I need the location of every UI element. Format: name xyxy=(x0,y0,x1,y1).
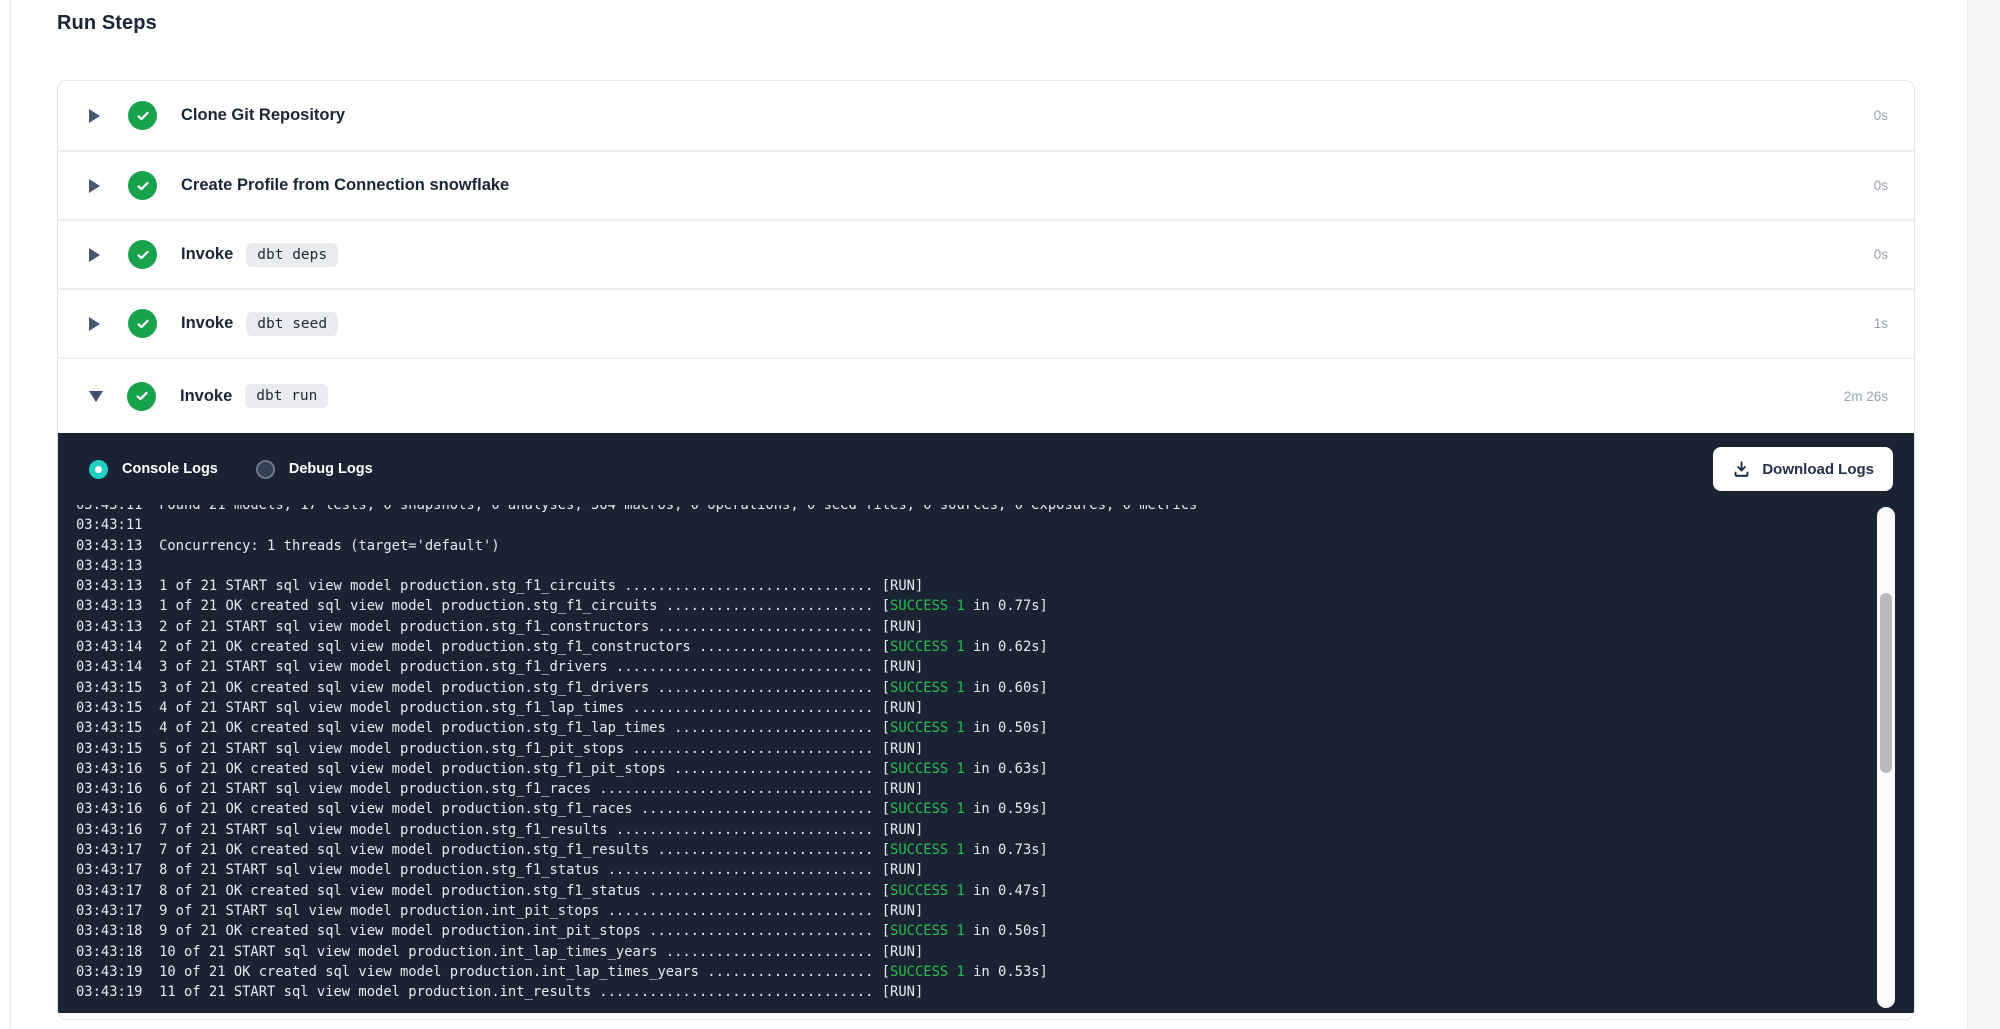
log-line: 03:43:11 Found 21 models, 17 tests, 0 sn… xyxy=(76,505,1914,515)
log-success-status: SUCCESS 1 xyxy=(890,842,965,858)
download-icon xyxy=(1732,460,1751,479)
log-line: 03:43:16 6 of 21 OK created sql view mod… xyxy=(76,799,1914,819)
step-duration: 0s xyxy=(1874,178,1888,193)
step-title: Clone Git Repository xyxy=(181,106,345,125)
log-line: 03:43:16 5 of 21 OK created sql view mod… xyxy=(76,759,1914,779)
step-success-icon xyxy=(128,309,157,338)
log-scrollbar-track[interactable] xyxy=(1877,507,1895,1008)
log-line: 03:43:17 8 of 21 OK created sql view mod… xyxy=(76,881,1914,901)
tab-console-logs[interactable]: Console Logs xyxy=(89,460,218,479)
log-line: 03:43:14 2 of 21 OK created sql view mod… xyxy=(76,637,1914,657)
step-duration: 1s xyxy=(1874,316,1888,331)
log-line: 03:43:14 3 of 21 START sql view model pr… xyxy=(76,657,1914,677)
left-divider xyxy=(10,0,11,1029)
step-row[interactable]: Clone Git Repository 0s xyxy=(58,81,1914,150)
log-scrollbar-thumb[interactable] xyxy=(1880,593,1892,773)
download-logs-label: Download Logs xyxy=(1762,461,1874,478)
step-duration: 0s xyxy=(1874,247,1888,262)
log-line: 03:43:16 7 of 21 START sql view model pr… xyxy=(76,820,1914,840)
log-line: 03:43:17 8 of 21 START sql view model pr… xyxy=(76,860,1914,880)
console-panel: Console Logs Debug Logs Download Logs 03… xyxy=(58,433,1914,1013)
log-line: 03:43:13 1 of 21 START sql view model pr… xyxy=(76,576,1914,596)
step-success-icon xyxy=(128,101,157,130)
log-lines: 03:43:11 Found 21 models, 17 tests, 0 sn… xyxy=(58,505,1914,1002)
log-line: 03:43:13 xyxy=(76,556,1914,576)
step-command-chip: dbt seed xyxy=(246,312,338,336)
log-line: 03:43:13 2 of 21 START sql view model pr… xyxy=(76,617,1914,637)
step-row[interactable]: Create Profile from Connection snowflake… xyxy=(58,150,1914,219)
step-success-icon xyxy=(128,240,157,269)
radio-unselected-icon[interactable] xyxy=(256,460,275,479)
debug-logs-label: Debug Logs xyxy=(289,461,373,477)
chevron-right-icon[interactable] xyxy=(89,248,100,262)
step-duration: 0s xyxy=(1874,108,1888,123)
log-line: 03:43:13 1 of 21 OK created sql view mod… xyxy=(76,596,1914,616)
download-logs-button[interactable]: Download Logs xyxy=(1713,447,1893,491)
log-line: 03:43:17 9 of 21 START sql view model pr… xyxy=(76,901,1914,921)
page: Run Steps Clone Git Repository0sCreate P… xyxy=(0,0,2000,1029)
chevron-right-icon[interactable] xyxy=(89,317,100,331)
log-line: 03:43:18 10 of 21 START sql view model p… xyxy=(76,942,1914,962)
log-success-status: SUCCESS 1 xyxy=(890,639,965,655)
log-success-status: SUCCESS 1 xyxy=(890,720,965,736)
step-row[interactable]: Invoke dbt run 2m 26s xyxy=(58,357,1914,433)
log-success-status: SUCCESS 1 xyxy=(890,801,965,817)
step-title: Invoke xyxy=(181,314,233,333)
chevron-right-icon[interactable] xyxy=(89,179,100,193)
log-success-status: SUCCESS 1 xyxy=(890,680,965,696)
log-line: 03:43:15 5 of 21 START sql view model pr… xyxy=(76,739,1914,759)
console-header: Console Logs Debug Logs Download Logs xyxy=(58,433,1914,493)
run-steps-card: Clone Git Repository0sCreate Profile fro… xyxy=(57,80,1915,1020)
chevron-right-icon[interactable] xyxy=(89,109,100,123)
step-duration: 2m 26s xyxy=(1844,389,1888,404)
tab-debug-logs[interactable]: Debug Logs xyxy=(256,460,373,479)
step-command-chip: dbt run xyxy=(245,384,328,408)
log-line: 03:43:19 11 of 21 START sql view model p… xyxy=(76,982,1914,1002)
console-log-output[interactable]: 03:43:11 Found 21 models, 17 tests, 0 sn… xyxy=(58,505,1914,1013)
log-line: 03:43:19 10 of 21 OK created sql view mo… xyxy=(76,962,1914,982)
step-row[interactable]: Invoke dbt seed 1s xyxy=(58,288,1914,357)
log-line: 03:43:11 xyxy=(76,515,1914,535)
log-success-status: SUCCESS 1 xyxy=(890,964,965,980)
radio-selected-icon[interactable] xyxy=(89,460,108,479)
step-title: Create Profile from Connection snowflake xyxy=(181,176,509,195)
log-line: 03:43:16 6 of 21 START sql view model pr… xyxy=(76,779,1914,799)
step-title: Invoke xyxy=(180,387,232,406)
console-logs-label: Console Logs xyxy=(122,461,218,477)
log-success-status: SUCCESS 1 xyxy=(890,761,965,777)
chevron-down-icon[interactable] xyxy=(89,391,103,402)
step-title: Invoke xyxy=(181,245,233,264)
log-line: 03:43:15 4 of 21 START sql view model pr… xyxy=(76,698,1914,718)
step-command-chip: dbt deps xyxy=(246,243,338,267)
log-line: 03:43:15 4 of 21 OK created sql view mod… xyxy=(76,718,1914,738)
step-success-icon xyxy=(128,171,157,200)
log-success-status: SUCCESS 1 xyxy=(890,598,965,614)
right-panel-edge xyxy=(1967,0,2000,1029)
step-success-icon xyxy=(127,382,156,411)
page-title: Run Steps xyxy=(57,12,157,35)
run-steps-list: Clone Git Repository0sCreate Profile fro… xyxy=(58,81,1914,433)
log-line: 03:43:15 3 of 21 OK created sql view mod… xyxy=(76,678,1914,698)
log-line: 03:43:13 Concurrency: 1 threads (target=… xyxy=(76,536,1914,556)
log-line: 03:43:17 7 of 21 OK created sql view mod… xyxy=(76,840,1914,860)
log-success-status: SUCCESS 1 xyxy=(890,923,965,939)
log-line: 03:43:18 9 of 21 OK created sql view mod… xyxy=(76,921,1914,941)
step-row[interactable]: Invoke dbt deps 0s xyxy=(58,219,1914,288)
log-success-status: SUCCESS 1 xyxy=(890,883,965,899)
